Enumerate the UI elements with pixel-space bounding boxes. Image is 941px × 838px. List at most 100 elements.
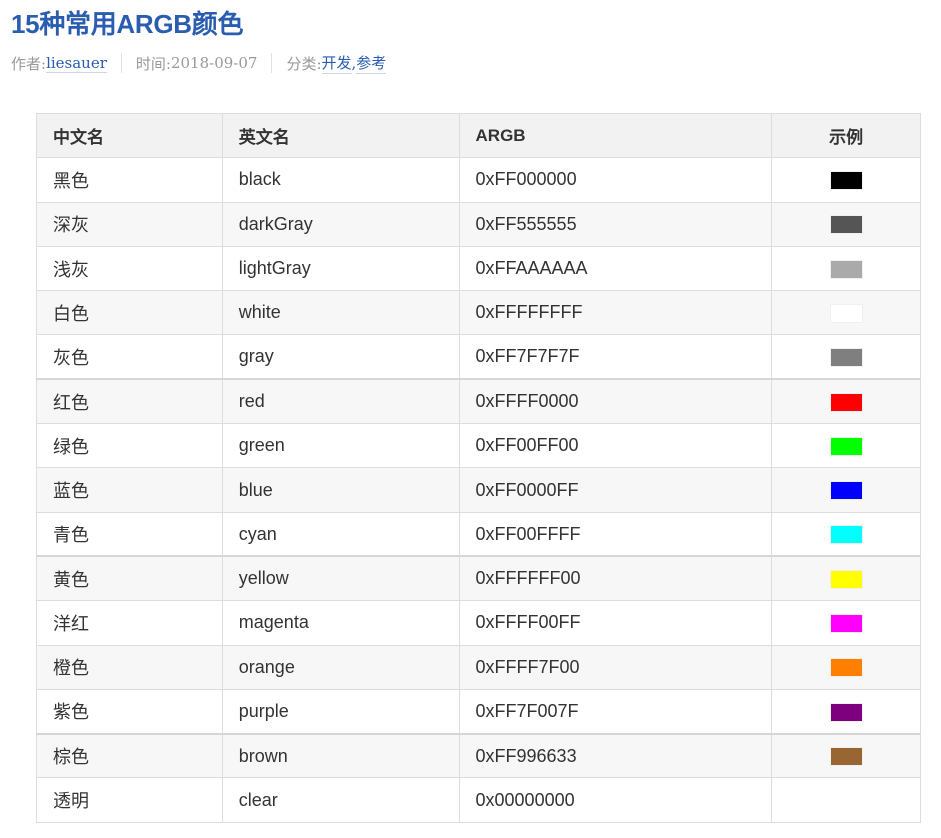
cell-argb: 0xFFFFFFFF [458,290,773,336]
color-swatch [830,791,863,810]
header-argb: ARGB [458,112,773,159]
table-row: 棕色 brown 0xFF996633 [36,732,921,779]
category-link-dev[interactable]: 开发 [321,52,352,74]
color-swatch [829,259,863,279]
cell-cn-name: 青色 [36,511,223,557]
cell-cn-name: 紫色 [36,688,223,735]
cell-en-name: yellow [221,555,460,602]
color-swatch [829,436,863,456]
table-row: 浅灰 lightGray 0xFFAAAAAA [36,245,921,292]
table-row: 紫色 purple 0xFF7F007F [36,688,921,735]
cell-cn-name: 白色 [36,290,223,336]
color-swatch [829,702,863,722]
color-swatch [829,747,863,767]
cell-en-name: lightGray [221,245,460,292]
cell-en-name: darkGray [221,201,460,247]
table-row: 白色 white 0xFFFFFFFF [36,290,921,336]
cell-en-name: magenta [221,600,460,646]
cell-cn-name: 灰色 [36,334,223,380]
cell-cn-name: 深灰 [36,201,223,247]
cell-en-name: red [221,378,460,425]
color-swatch [829,171,863,191]
color-swatch [829,304,863,324]
cell-en-name: cyan [221,511,460,557]
cell-argb: 0xFFFF00FF [458,600,773,646]
cell-argb: 0x00000000 [458,777,773,823]
cell-argb: 0xFF00FFFF [458,511,773,557]
meta-time: 时间: 2018-09-07 [136,53,258,74]
cell-argb: 0xFF7F7F7F [458,334,773,380]
cell-cn-name: 红色 [36,378,223,425]
table-row: 橙色 orange 0xFFFF7F00 [36,644,921,690]
header-cn-name: 中文名 [36,112,223,159]
cell-argb: 0xFF7F007F [458,688,773,735]
cell-cn-name: 透明 [36,777,223,823]
cell-argb: 0xFF00FF00 [458,423,773,469]
header-en-name: 英文名 [221,112,460,159]
cell-argb: 0xFF996633 [458,732,773,779]
cell-cn-name: 浅灰 [36,245,223,292]
cell-en-name: orange [221,644,460,690]
author-link[interactable]: liesauer [46,54,107,73]
cell-cn-name: 绿色 [36,423,223,469]
cell-sample [771,157,921,203]
cell-sample [771,600,921,646]
cell-en-name: clear [221,777,460,823]
table-row: 黄色 yellow 0xFFFFFF00 [36,555,921,602]
table-row: 红色 red 0xFFFF0000 [36,378,921,425]
table-row: 蓝色 blue 0xFF0000FF [36,467,921,513]
cell-sample [771,777,921,823]
table-row: 灰色 gray 0xFF7F7F7F [36,334,921,380]
cell-argb: 0xFFFF7F00 [458,644,773,690]
cell-sample [771,423,921,469]
cell-sample [771,467,921,513]
post-meta: 作者: liesauer 时间: 2018-09-07 分类: 开发, 参考 [11,51,387,75]
cell-cn-name: 洋红 [36,600,223,646]
table-header-row: 中文名 英文名 ARGB 示例 [36,112,921,159]
cell-sample [771,732,921,779]
cell-argb: 0xFF0000FF [458,467,773,513]
table-row: 黑色 black 0xFF000000 [36,157,921,203]
cell-cn-name: 棕色 [36,732,223,779]
table-row: 透明 clear 0x00000000 [36,777,921,823]
table-row: 青色 cyan 0xFF00FFFF [36,511,921,557]
page-title: 15种常用ARGB颜色 [11,9,244,39]
color-swatch [829,348,863,368]
color-swatch [829,614,863,634]
cell-en-name: purple [221,688,460,735]
cell-sample [771,688,921,735]
argb-color-table: 中文名 英文名 ARGB 示例 黑色 black 0xFF000000 深灰 d… [36,112,921,823]
color-swatch [829,525,863,545]
cell-sample [771,511,921,557]
cell-sample [771,644,921,690]
cell-sample [771,334,921,380]
cell-en-name: blue [221,467,460,513]
category-label: 分类: [286,54,322,73]
cell-en-name: white [221,290,460,336]
color-swatch [829,570,863,590]
meta-divider [120,53,122,73]
cell-sample [771,555,921,602]
time-label: 时间: [135,54,171,73]
cell-argb: 0xFF555555 [458,201,773,247]
meta-author: 作者: liesauer [11,53,107,74]
color-swatch [829,392,863,412]
cell-sample [771,378,921,425]
cell-argb: 0xFFFF0000 [458,378,773,425]
cell-sample [771,290,921,336]
cell-cn-name: 橙色 [36,644,223,690]
cell-cn-name: 蓝色 [36,467,223,513]
cell-en-name: gray [221,334,460,380]
meta-category: 分类: 开发, 参考 [286,52,387,74]
author-label: 作者: [11,54,47,73]
post-date: 2018-09-07 [170,54,258,72]
category-link-ref[interactable]: 参考 [356,52,387,74]
table-row: 深灰 darkGray 0xFF555555 [36,201,921,247]
cell-sample [771,245,921,292]
cell-argb: 0xFFFFFF00 [458,555,773,602]
color-swatch [829,658,863,678]
header-sample: 示例 [771,112,921,159]
table-row: 绿色 green 0xFF00FF00 [36,423,921,469]
cell-cn-name: 黄色 [36,555,223,602]
cell-en-name: green [221,423,460,469]
